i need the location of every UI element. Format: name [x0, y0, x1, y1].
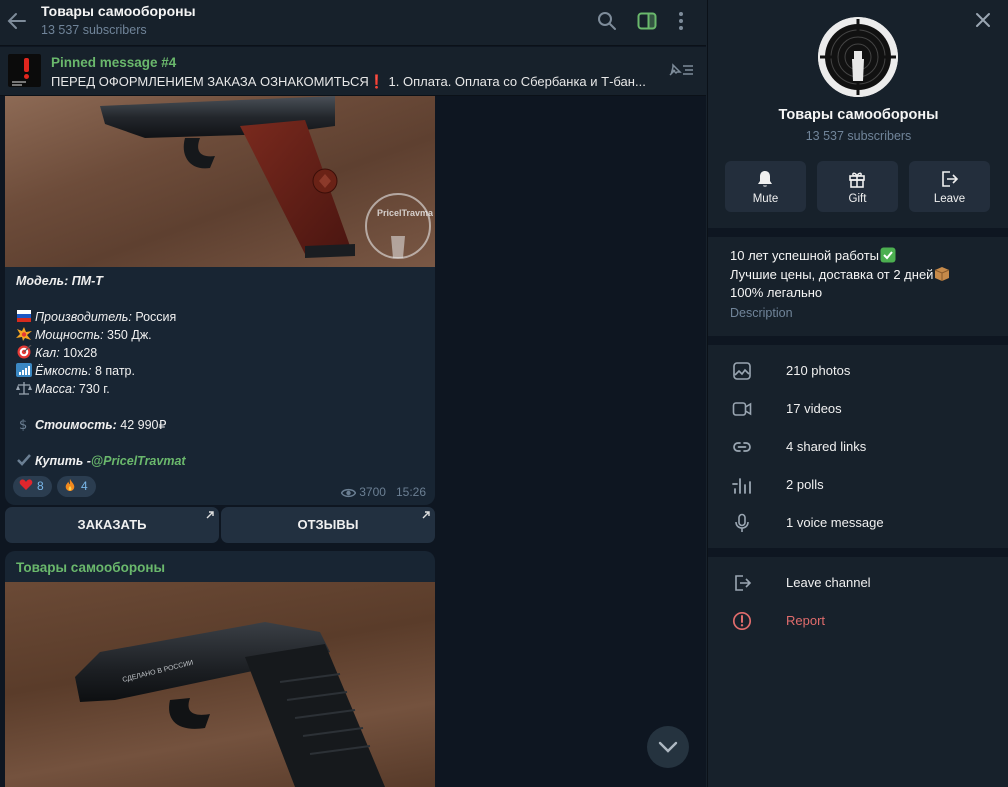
post-meta: 3700 15:26 — [340, 485, 426, 499]
poll-icon — [732, 478, 751, 494]
channel-link[interactable]: @PricelTravmat — [91, 454, 186, 468]
scroll-down-button[interactable] — [647, 726, 689, 768]
close-icon[interactable] — [972, 9, 994, 31]
collision-icon — [16, 327, 32, 341]
report-row[interactable]: Report — [708, 602, 1008, 640]
reaction-heart[interactable]: 8 — [13, 476, 52, 497]
spec-line: Кал: 10x28 — [16, 345, 97, 360]
target-icon — [17, 345, 32, 359]
chat-area: PricelTravmat Модель: ПМ-Т Производитель… — [0, 0, 706, 787]
balance-scale-icon — [16, 382, 32, 395]
svg-text:$: $ — [19, 418, 27, 431]
leave-channel-row[interactable]: Leave channel — [708, 564, 1008, 602]
post-time: 15:26 — [395, 485, 426, 499]
chat-subscribers: 13 537 subscribers — [41, 23, 147, 37]
photo-icon — [733, 362, 751, 380]
spec-line: Масса: 730 г. — [16, 381, 110, 396]
chat-title[interactable]: Товары самообороны — [41, 3, 196, 19]
sidebar-toggle-icon[interactable] — [636, 10, 658, 32]
more-menu-icon[interactable] — [670, 10, 692, 32]
media-links[interactable]: 4 shared links — [708, 428, 1008, 466]
dollar-icon: $ — [19, 418, 27, 431]
description-label: Description — [730, 306, 793, 320]
pinned-thumbnail — [8, 54, 41, 87]
spec-line: Мощность: 350 Дж. — [16, 327, 152, 342]
video-icon — [732, 402, 752, 416]
view-count: 3700 — [359, 485, 386, 499]
media-polls[interactable]: 2 polls — [708, 466, 1008, 504]
mic-icon — [735, 513, 749, 532]
pinned-message-bar[interactable]: Pinned message #4 ПЕРЕД ОФОРМЛЕНИЕМ ЗАКА… — [0, 47, 706, 96]
order-button[interactable]: ЗАКАЗАТЬ — [5, 507, 219, 543]
channel-post: Товары самообороны СДЕЛАНО В РОССИИ — [5, 551, 435, 787]
description-line: Лучшие цены, доставка от 2 дней — [730, 266, 950, 282]
channel-subscribers: 13 537 subscribers — [805, 129, 912, 143]
pinned-text: ПЕРЕД ОФОРМЛЕНИЕМ ЗАКАЗА ОЗНАКОМИТЬСЯ❗ 1… — [51, 74, 646, 89]
signal-bars-icon — [16, 363, 32, 377]
chevron-down-icon — [658, 741, 678, 753]
external-arrow-icon — [422, 511, 430, 519]
channel-post: PricelTravmat Модель: ПМ-Т Производитель… — [5, 96, 435, 505]
media-videos[interactable]: 17 videos — [708, 390, 1008, 428]
gift-icon — [849, 172, 865, 188]
channel-name: Товары самообороны — [778, 107, 939, 123]
spec-line: Ёмкость: 8 патр. — [16, 363, 135, 378]
gift-button[interactable]: Gift — [817, 161, 898, 212]
divider — [708, 228, 1008, 237]
price-line: $ Стоимость: 42 990₽ — [16, 417, 166, 432]
check-mark-button-icon — [880, 247, 896, 263]
divider — [708, 336, 1008, 345]
reviews-button[interactable]: ОТЗЫВЫ — [221, 507, 435, 543]
report-icon — [732, 611, 752, 631]
post-photo[interactable]: СДЕЛАНО В РОССИИ — [5, 582, 435, 787]
external-arrow-icon — [206, 511, 214, 519]
watermark-text: PricelTravmat — [377, 208, 433, 218]
link-icon — [733, 442, 751, 452]
spec-line: Производитель: Россия — [16, 309, 176, 324]
leave-icon — [735, 575, 752, 591]
description-line: 10 лет успешной работы — [730, 247, 896, 263]
leave-button[interactable]: Leave — [909, 161, 990, 212]
leave-icon — [942, 171, 959, 187]
pin-list-icon[interactable] — [667, 60, 695, 80]
fire-icon — [65, 479, 75, 491]
reaction-fire[interactable]: 4 — [57, 476, 96, 497]
post-author[interactable]: Товары самообороны — [16, 560, 165, 575]
buy-line: Купить -@PricelTravmat — [16, 453, 186, 468]
model-line: Модель: ПМ-Т — [16, 274, 103, 288]
divider — [708, 548, 1008, 557]
flag-russia-icon — [17, 310, 31, 322]
media-photos[interactable]: 210 photos — [708, 352, 1008, 390]
mute-button[interactable]: Mute — [725, 161, 806, 212]
back-arrow-icon[interactable] — [5, 9, 29, 33]
media-voice[interactable]: 1 voice message — [708, 504, 1008, 542]
description-line: 100% легально — [730, 285, 823, 300]
pinned-title: Pinned message #4 — [51, 55, 177, 70]
eye-icon — [340, 488, 357, 498]
channel-avatar[interactable] — [818, 17, 898, 97]
watermark-logo: PricelTravmat — [365, 193, 433, 259]
package-icon — [935, 267, 950, 281]
pistol-image: СДЕЛАНО В РОССИИ — [75, 622, 385, 787]
target-logo-icon — [818, 17, 898, 97]
chat-header: Товары самообороны 13 537 subscribers — [0, 0, 706, 46]
post-photo[interactable]: PricelTravmat — [5, 96, 435, 267]
heart-icon — [19, 479, 33, 490]
checkmark-icon — [17, 454, 31, 466]
search-icon[interactable] — [596, 10, 618, 32]
channel-info-panel: Товары самообороны 13 537 subscribers Mu… — [707, 0, 1008, 787]
bell-icon — [758, 171, 772, 187]
